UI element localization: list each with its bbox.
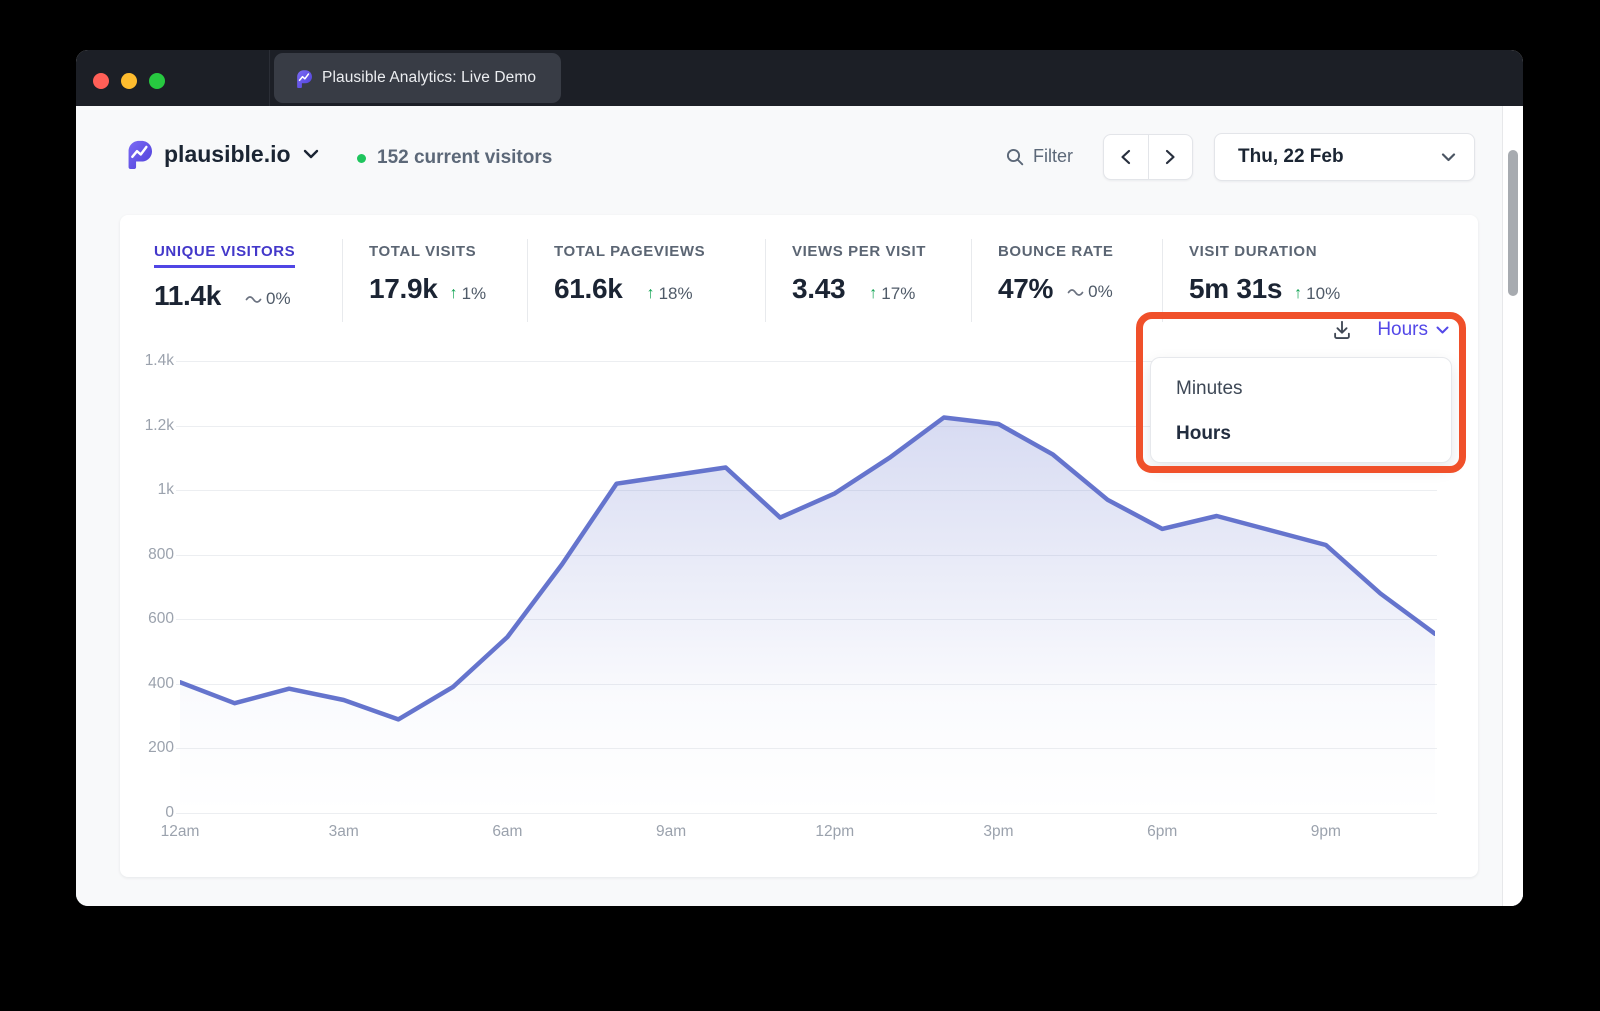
metric-change: ↑ 18% (647, 284, 693, 304)
previous-period-button[interactable] (1104, 135, 1148, 179)
titlebar-divider (269, 50, 270, 106)
chevron-down-icon (1441, 153, 1456, 162)
x-axis-tick-label: 12am (161, 823, 200, 841)
metric-change-value: 18% (659, 284, 693, 304)
date-picker-label: Thu, 22 Feb (1238, 146, 1441, 168)
metric-total-visits[interactable]: TOTAL VISITS 17.9k ↑ 1% (343, 239, 528, 322)
metric-label: VISIT DURATION (1189, 243, 1317, 260)
x-axis-tick-label: 3pm (983, 823, 1013, 841)
page-content: plausible.io 152 current visitors Filter (76, 106, 1523, 906)
filter-label: Filter (1033, 146, 1073, 167)
metric-value: 61.6k (554, 273, 623, 305)
dashboard-card: UNIQUE VISITORS 11.4k ↑ 0% TOTAL VISI (120, 215, 1478, 877)
browser-window: Plausible Analytics: Live Demo plausible… (76, 50, 1523, 906)
metric-change-value: 10% (1306, 284, 1340, 304)
menu-item-minutes[interactable]: Minutes (1151, 366, 1451, 411)
flat-trend-icon (245, 293, 262, 305)
x-axis-tick-label: 9am (656, 823, 686, 841)
interval-selected-label: Hours (1377, 319, 1428, 341)
metric-label: TOTAL VISITS (369, 243, 476, 260)
site-picker[interactable]: plausible.io (122, 139, 319, 169)
download-icon (1331, 319, 1353, 341)
browser-tab[interactable]: Plausible Analytics: Live Demo (274, 53, 561, 103)
x-axis-tick-label: 6am (492, 823, 522, 841)
close-window-button[interactable] (93, 73, 109, 89)
y-axis-tick-label: 0 (130, 803, 174, 823)
metrics-row: UNIQUE VISITORS 11.4k ↑ 0% TOTAL VISI (120, 239, 1478, 322)
interval-dropdown-menu: Minutes Hours (1150, 357, 1452, 463)
scrollbar-track[interactable] (1502, 106, 1523, 906)
date-nav-group (1103, 134, 1193, 180)
metric-label: VIEWS PER VISIT (792, 243, 926, 260)
window-controls (93, 73, 165, 89)
tab-title: Plausible Analytics: Live Demo (322, 69, 536, 87)
y-axis-tick-label: 400 (130, 674, 174, 694)
chevron-down-icon (303, 149, 319, 159)
up-arrow-icon: ↑ (1294, 285, 1302, 303)
metric-value: 17.9k (369, 273, 438, 305)
menu-item-hours[interactable]: Hours (1151, 411, 1451, 456)
minimize-window-button[interactable] (121, 73, 137, 89)
x-axis-tick-label: 6pm (1147, 823, 1177, 841)
metric-change-value: 17% (881, 284, 915, 304)
metric-label: TOTAL PAGEVIEWS (554, 243, 705, 260)
metric-change-value: 1% (462, 284, 487, 304)
date-picker-button[interactable]: Thu, 22 Feb (1214, 133, 1475, 181)
metric-bounce-rate[interactable]: BOUNCE RATE 47% ↑ 0% (972, 239, 1163, 322)
chevron-right-icon (1165, 149, 1176, 165)
x-axis-tick-label: 12pm (815, 823, 854, 841)
filter-button[interactable]: Filter (1005, 146, 1073, 167)
metric-label: UNIQUE VISITORS (154, 243, 295, 268)
current-visitors[interactable]: 152 current visitors (357, 147, 552, 169)
metric-value: 11.4k (154, 280, 221, 312)
zoom-window-button[interactable] (149, 73, 165, 89)
metric-change: ↑ 1% (450, 284, 487, 304)
chevron-down-icon (1436, 326, 1449, 334)
interval-dropdown-trigger[interactable]: Hours (1377, 319, 1449, 341)
y-axis-tick-label: 200 (130, 738, 174, 758)
chevron-left-icon (1120, 149, 1131, 165)
metric-views-per-visit[interactable]: VIEWS PER VISIT 3.43 ↑ 17% (766, 239, 972, 322)
y-axis-tick-label: 800 (130, 545, 174, 565)
metric-value: 3.43 (792, 273, 845, 305)
flat-trend-icon (1067, 286, 1084, 298)
chart-toolbar: Hours (1331, 315, 1449, 345)
up-arrow-icon: ↑ (450, 285, 458, 303)
y-axis-tick-label: 600 (130, 609, 174, 629)
next-period-button[interactable] (1148, 135, 1192, 179)
metric-total-pageviews[interactable]: TOTAL PAGEVIEWS 61.6k ↑ 18% (528, 239, 766, 322)
up-arrow-icon: ↑ (647, 285, 655, 303)
plausible-favicon-icon (293, 69, 312, 88)
chart-gridline (176, 813, 1437, 814)
metric-unique-visitors[interactable]: UNIQUE VISITORS 11.4k ↑ 0% (120, 239, 343, 322)
y-axis-tick-label: 1.4k (130, 351, 174, 371)
metric-change-value: 0% (1088, 282, 1113, 302)
live-dot-icon (357, 154, 366, 163)
search-icon (1005, 147, 1025, 167)
metric-change: ↑ 0% (245, 289, 291, 309)
metric-label: BOUNCE RATE (998, 243, 1114, 260)
x-axis-tick-label: 3am (329, 823, 359, 841)
scrollbar-thumb[interactable] (1508, 150, 1518, 296)
site-name: plausible.io (164, 141, 291, 168)
up-arrow-icon: ↑ (869, 285, 877, 303)
metric-change-value: 0% (266, 289, 291, 309)
y-axis-tick-label: 1k (130, 480, 174, 500)
metric-value: 5m 31s (1189, 273, 1282, 305)
metric-visit-duration[interactable]: VISIT DURATION 5m 31s ↑ 10% (1163, 239, 1478, 322)
titlebar: Plausible Analytics: Live Demo (76, 50, 1523, 106)
x-axis-tick-label: 9pm (1311, 823, 1341, 841)
metric-value: 47% (998, 273, 1053, 305)
metric-change: ↑ 10% (1294, 284, 1340, 304)
current-visitors-label: 152 current visitors (377, 147, 552, 169)
metric-change: ↑ 17% (869, 284, 915, 304)
y-axis-tick-label: 1.2k (130, 416, 174, 436)
plausible-logo-icon (122, 139, 152, 169)
metric-change: ↑ 0% (1067, 282, 1113, 302)
download-button[interactable] (1331, 319, 1353, 341)
